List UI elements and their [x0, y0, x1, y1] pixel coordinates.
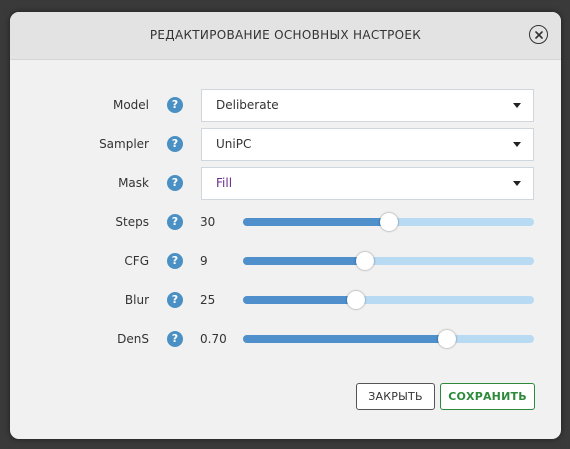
model-label: Model [112, 98, 149, 112]
close-icon [534, 30, 543, 39]
sampler-label: Sampler [99, 137, 149, 151]
blur-value: 25 [200, 293, 216, 307]
mask-select-value: Fill [216, 176, 233, 190]
dens-slider-fill [243, 335, 447, 343]
dens-slider[interactable] [243, 330, 534, 348]
dens-value: 0.70 [200, 332, 227, 346]
steps-label: Steps [115, 215, 149, 229]
dialog-title: РЕДАКТИРОВАНИЕ ОСНОВНЫХ НАСТРОЕК [149, 28, 422, 42]
cfg-slider-thumb[interactable] [356, 252, 375, 270]
help-icon[interactable]: ? [167, 331, 183, 347]
close-button[interactable]: ЗАКРЫТЬ [356, 383, 435, 410]
model-select-value: Deliberate [216, 98, 279, 112]
mask-label: Mask [118, 176, 149, 190]
cfg-slider-fill [243, 257, 366, 265]
model-select[interactable]: Deliberate [201, 89, 534, 122]
cfg-label: CFG [124, 254, 149, 268]
blur-slider[interactable] [243, 291, 534, 309]
help-icon[interactable]: ? [167, 175, 183, 191]
help-icon[interactable]: ? [167, 136, 183, 152]
sampler-select[interactable]: UniPC [201, 128, 534, 161]
save-button[interactable]: СОХРАНИТЬ [440, 383, 535, 410]
help-icon[interactable]: ? [167, 214, 183, 230]
blur-slider-thumb[interactable] [347, 291, 366, 309]
dialog-header: РЕДАКТИРОВАНИЕ ОСНОВНЫХ НАСТРОЕК [10, 12, 561, 60]
steps-slider-fill [243, 218, 389, 226]
sampler-select-value: UniPC [216, 137, 252, 151]
steps-slider[interactable] [243, 213, 534, 231]
dens-label: DenS [117, 332, 149, 346]
mask-select[interactable]: Fill [201, 167, 534, 200]
blur-slider-fill [243, 296, 357, 304]
blur-label: Blur [124, 293, 149, 307]
settings-dialog: РЕДАКТИРОВАНИЕ ОСНОВНЫХ НАСТРОЕК Model ?… [10, 12, 561, 439]
chevron-down-icon [513, 181, 521, 186]
steps-slider-thumb[interactable] [379, 213, 398, 231]
close-dialog-button[interactable] [529, 25, 548, 44]
dens-slider-thumb[interactable] [437, 330, 456, 348]
steps-value: 30 [200, 215, 216, 229]
chevron-down-icon [513, 142, 521, 147]
help-icon[interactable]: ? [167, 292, 183, 308]
help-icon[interactable]: ? [167, 97, 183, 113]
cfg-slider[interactable] [243, 252, 534, 270]
chevron-down-icon [513, 103, 521, 108]
cfg-value: 9 [200, 254, 208, 268]
help-icon[interactable]: ? [167, 253, 183, 269]
